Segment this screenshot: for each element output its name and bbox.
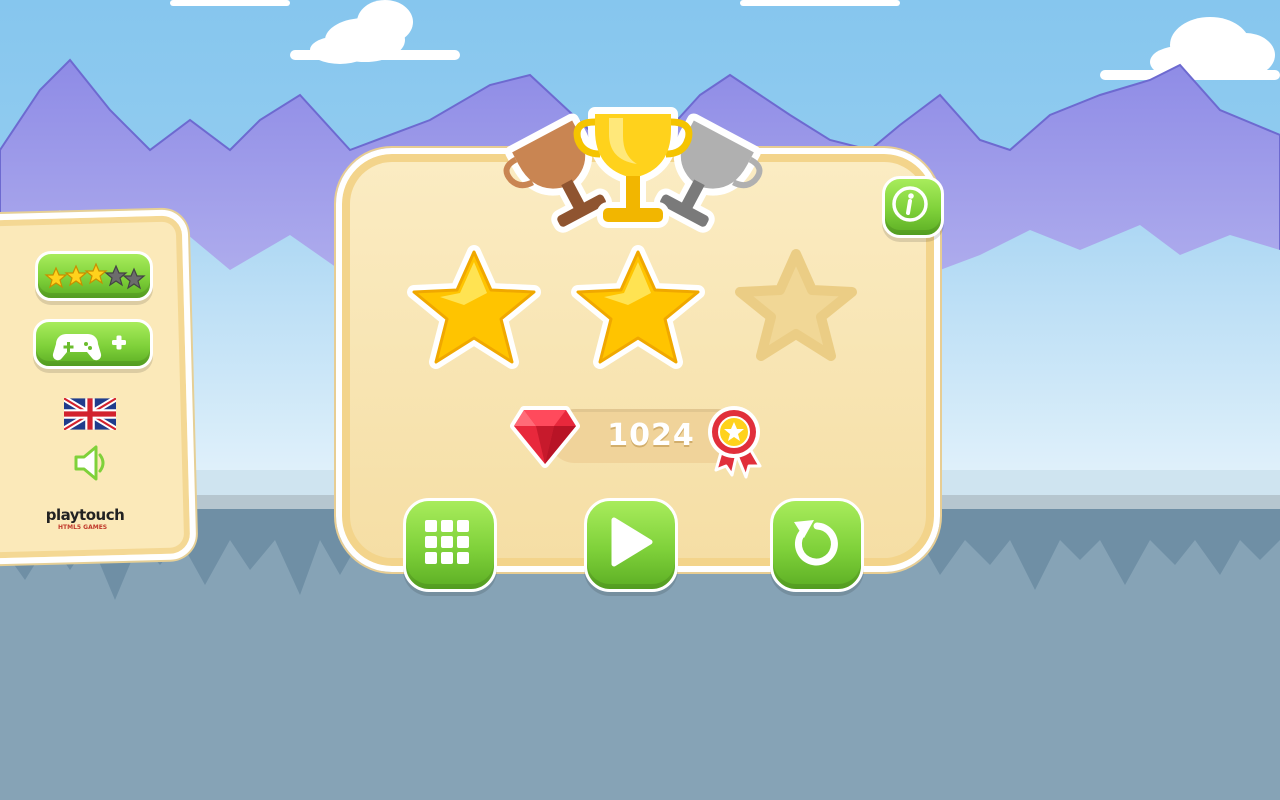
rating-star-3 <box>84 262 108 285</box>
retry-button[interactable] <box>770 498 864 592</box>
language-button[interactable] <box>62 395 118 433</box>
level-menu-button[interactable] <box>403 498 497 592</box>
ruby-gem-icon <box>510 406 580 468</box>
playtouch-logo[interactable]: playtouch HTML5 GAMES <box>30 506 140 532</box>
score-value: 1024 <box>607 418 695 453</box>
play-icon <box>611 517 653 567</box>
rating-stars <box>44 262 146 290</box>
rate-game-button[interactable] <box>35 251 153 301</box>
info-icon <box>892 186 928 222</box>
gamepad-plus-icon <box>52 334 126 361</box>
speaker-icon <box>74 445 105 481</box>
rating-star-2 <box>64 264 88 287</box>
grid-icon <box>425 520 469 564</box>
retry-icon <box>794 520 838 566</box>
level-star-1 <box>407 245 541 369</box>
rating-star-1 <box>44 266 68 289</box>
award-ribbon-icon <box>708 406 762 479</box>
level-star-2 <box>571 245 705 369</box>
game-screen: playtouch HTML5 GAMES 1024 <box>0 0 1280 800</box>
more-games-button[interactable] <box>33 319 153 369</box>
brand-subtitle: HTML5 GAMES <box>58 524 108 531</box>
level-star-3-empty <box>735 249 857 361</box>
level-stars <box>407 245 857 369</box>
brand-name: playtouch <box>45 506 125 524</box>
rating-star-5 <box>122 267 146 290</box>
uk-flag-icon <box>62 395 118 433</box>
play-next-button[interactable] <box>584 498 678 592</box>
sound-button[interactable] <box>70 443 110 483</box>
info-button[interactable] <box>882 176 944 238</box>
trophies <box>503 107 763 233</box>
